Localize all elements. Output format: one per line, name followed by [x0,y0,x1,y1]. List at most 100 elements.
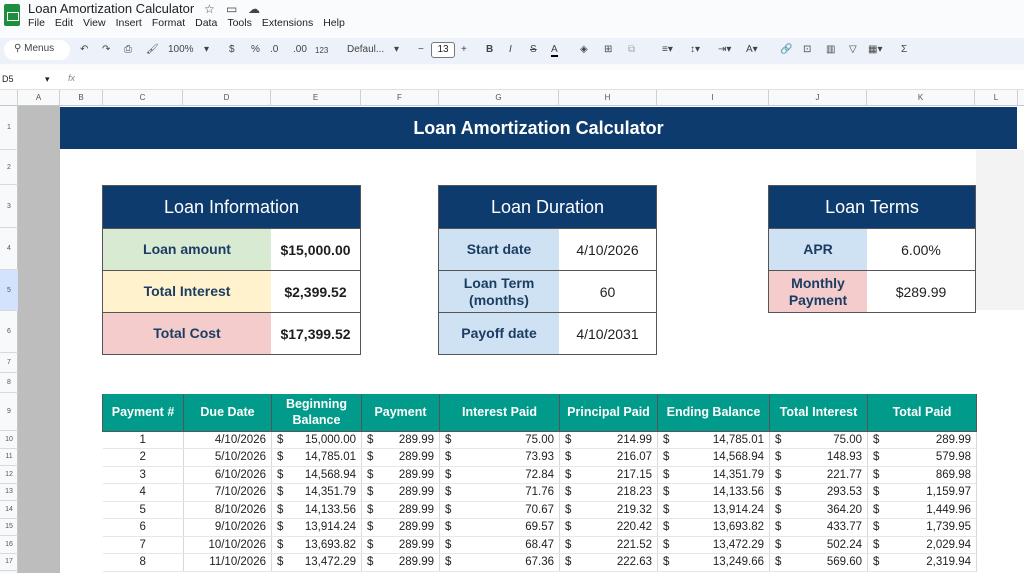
currency-cell[interactable]: $13,914.24 [657,501,770,519]
row-header-1[interactable]: 1 [0,106,18,150]
info-value[interactable]: 6.00% [867,229,975,270]
row-header-15[interactable]: 15 [0,519,18,536]
italic-button[interactable]: I [509,44,512,55]
currency-cell[interactable]: $67.36 [439,553,560,572]
zoom-select[interactable]: 100% [168,44,194,55]
currency-cell[interactable]: $1,449.96 [867,501,977,519]
currency-cell[interactable]: $221.77 [769,466,868,484]
column-header-cell[interactable]: Interest Paid [439,394,560,432]
bold-button[interactable]: B [486,44,493,55]
font-size-input[interactable]: 13 [431,42,455,58]
sheets-logo[interactable] [4,4,20,26]
increase-decimal-button[interactable]: .00 [293,44,307,55]
currency-cell[interactable]: $68.47 [439,536,560,554]
menu-extensions[interactable]: Extensions [262,17,319,29]
strikethrough-icon[interactable]: S [530,44,537,55]
due-date-cell[interactable]: 8/10/2026 [183,501,272,519]
currency-cell[interactable]: $293.53 [769,483,868,502]
row-header-13[interactable]: 13 [0,484,18,501]
menu-data[interactable]: Data [195,17,223,29]
currency-cell[interactable]: $75.00 [769,431,868,449]
currency-cell[interactable]: $14,568.94 [271,466,362,484]
currency-cell[interactable]: $218.23 [559,483,658,502]
column-header-l[interactable]: L [975,90,1018,106]
currency-cell[interactable]: $289.99 [361,518,440,537]
column-header-cell[interactable]: Total Paid [867,394,977,432]
currency-cell[interactable]: $72.84 [439,466,560,484]
chevron-down-icon[interactable]: ▾ [204,44,209,55]
currency-cell[interactable]: $2,319.94 [867,553,977,572]
vertical-align-icon[interactable]: ↕▾ [690,44,700,55]
currency-cell[interactable]: $73.93 [439,448,560,467]
currency-cell[interactable]: $1,159.97 [867,483,977,502]
undo-icon[interactable]: ↶ [80,44,88,55]
row-header-17[interactable]: 17 [0,554,18,571]
decrease-font-size-button[interactable]: − [418,44,424,55]
row-header-10[interactable]: 10 [0,431,18,449]
currency-cell[interactable]: $14,568.94 [657,448,770,467]
decrease-decimal-button[interactable]: .0 [270,44,278,55]
row-header-11[interactable]: 11 [0,449,18,466]
info-value[interactable]: $17,399.52 [271,313,360,354]
select-all-corner[interactable] [0,90,18,106]
paint-format-icon[interactable]: 🖌 [146,44,159,55]
column-header-d[interactable]: D [183,90,271,106]
row-header-9[interactable]: 9 [0,393,18,431]
text-wrap-icon[interactable]: ⇥▾ [718,44,731,55]
currency-cell[interactable]: $289.99 [361,483,440,502]
increase-font-size-button[interactable]: + [461,44,467,55]
currency-cell[interactable]: $289.99 [361,448,440,467]
column-header-a[interactable]: A [18,90,60,106]
text-rotation-icon[interactable]: A▾ [746,44,758,55]
column-header-k[interactable]: K [867,90,975,106]
currency-cell[interactable]: $69.57 [439,518,560,537]
star-icon[interactable]: ☆ [204,2,215,16]
row-header-14[interactable]: 14 [0,501,18,519]
row-header-8[interactable]: 8 [0,373,18,393]
currency-cell[interactable]: $13,693.82 [657,518,770,537]
payment-number-cell[interactable]: 8 [102,553,184,572]
column-header-b[interactable]: B [60,90,103,106]
due-date-cell[interactable]: 11/10/2026 [183,553,272,572]
currency-cell[interactable]: $289.99 [361,501,440,519]
chevron-down-icon[interactable]: ▾ [394,44,399,55]
currency-cell[interactable]: $14,785.01 [271,448,362,467]
currency-cell[interactable]: $222.63 [559,553,658,572]
info-value[interactable]: $15,000.00 [271,229,360,270]
currency-cell[interactable]: $221.52 [559,536,658,554]
info-value[interactable]: 4/10/2031 [559,313,656,354]
column-header-cell[interactable]: Payment # [102,394,184,432]
sheet-banner-title[interactable]: Loan Amortization Calculator [60,107,1017,149]
align-left-icon[interactable]: ≡▾ [662,44,673,55]
column-header-cell[interactable]: Payment [361,394,440,432]
currency-cell[interactable]: $289.99 [361,466,440,484]
column-header-cell[interactable]: Beginning Balance [271,394,362,432]
move-folder-icon[interactable]: ▭ [226,2,237,16]
due-date-cell[interactable]: 6/10/2026 [183,466,272,484]
currency-cell[interactable]: $13,472.29 [657,536,770,554]
info-value[interactable]: $2,399.52 [271,271,360,312]
font-select[interactable]: Defaul... [347,44,384,55]
column-header-g[interactable]: G [439,90,559,106]
info-value[interactable]: $289.99 [867,271,975,312]
currency-cell[interactable]: $148.93 [769,448,868,467]
currency-cell[interactable]: $2,029.94 [867,536,977,554]
row-header-2[interactable]: 2 [0,150,18,185]
print-icon[interactable]: ⎙ [124,44,132,55]
currency-cell[interactable]: $70.67 [439,501,560,519]
currency-cell[interactable]: $217.15 [559,466,658,484]
menu-view[interactable]: View [83,17,112,29]
row-header-12[interactable]: 12 [0,466,18,484]
column-header-cell[interactable]: Due Date [183,394,272,432]
currency-cell[interactable]: $14,133.56 [271,501,362,519]
currency-cell[interactable]: $13,914.24 [271,518,362,537]
functions-button[interactable]: Σ [901,44,907,55]
cloud-status-icon[interactable]: ☁ [248,2,260,16]
payment-number-cell[interactable]: 1 [102,431,184,449]
borders-icon[interactable]: ⊞ [604,44,612,55]
currency-button[interactable]: $ [229,44,235,55]
column-header-cell[interactable]: Principal Paid [559,394,658,432]
more-formats-button[interactable]: 123 [315,46,328,55]
filter-views-icon[interactable]: ▦▾ [868,44,882,55]
due-date-cell[interactable]: 7/10/2026 [183,483,272,502]
